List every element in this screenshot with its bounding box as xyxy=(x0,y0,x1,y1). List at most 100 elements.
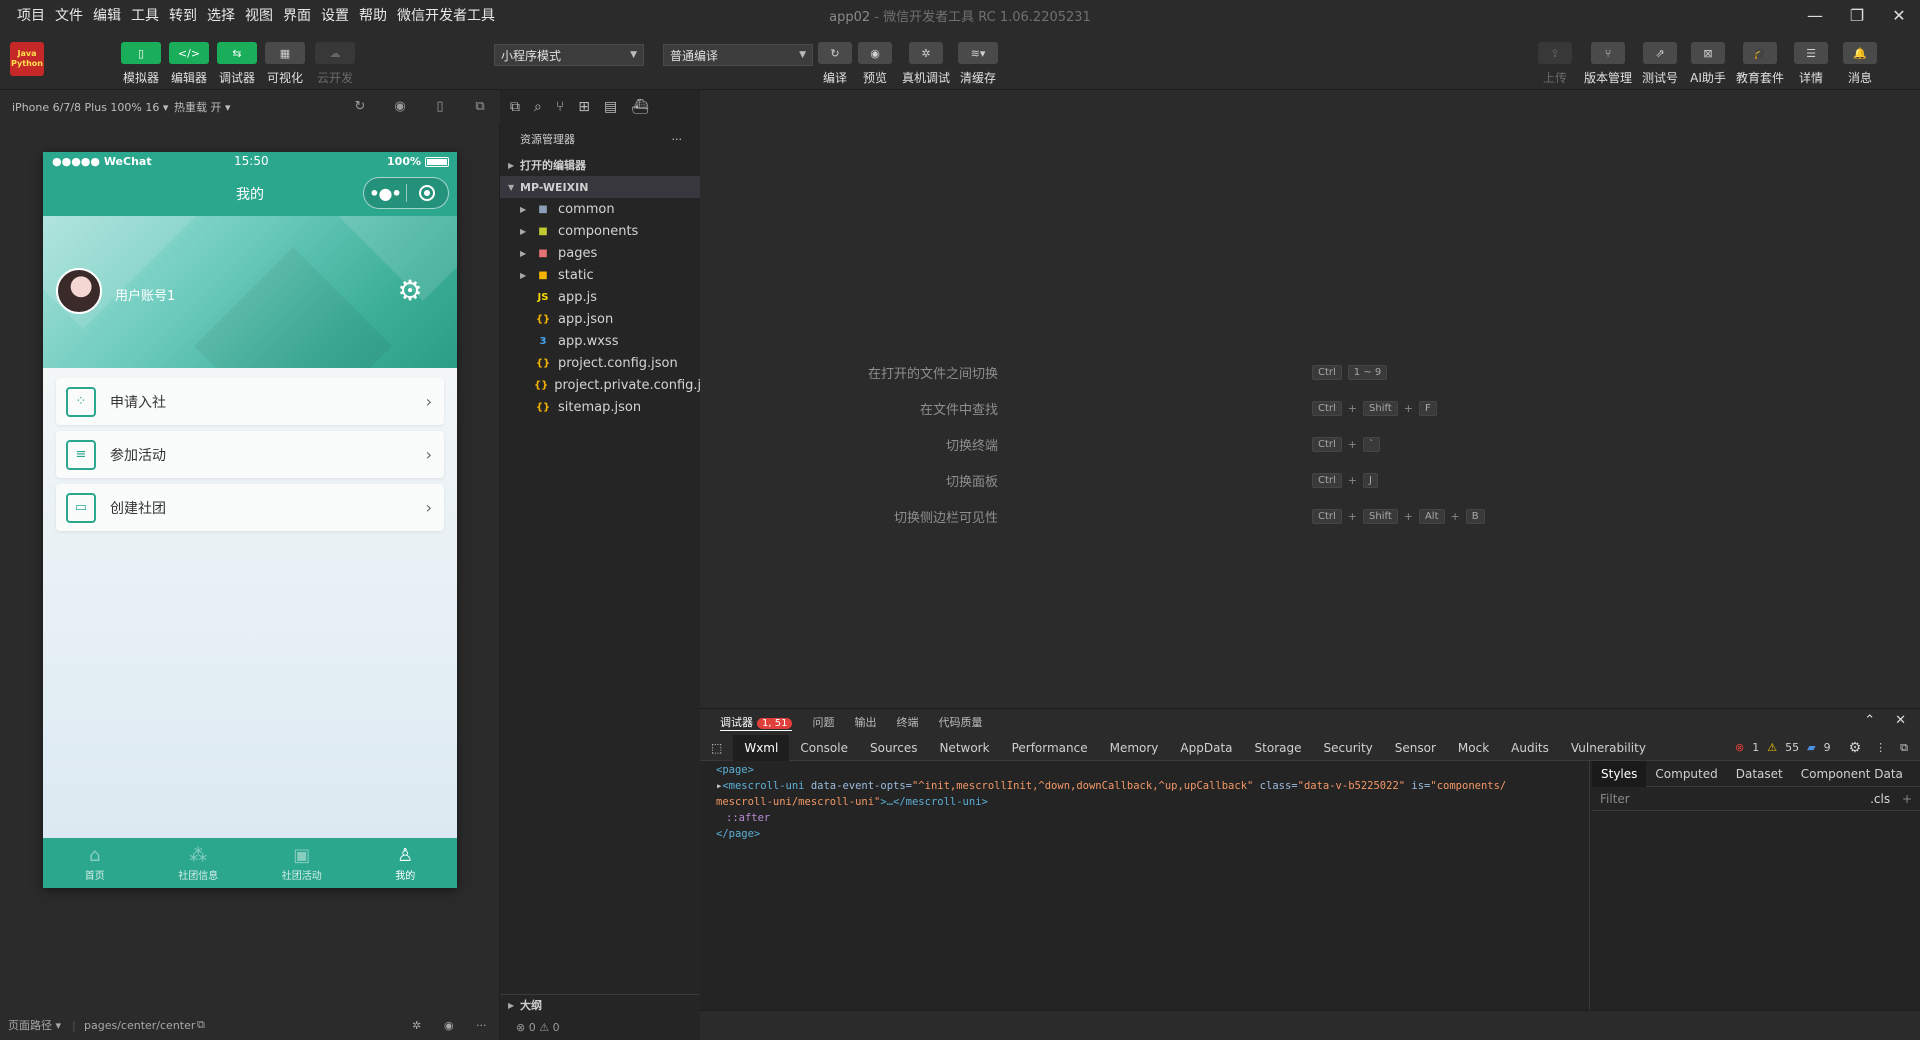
tab-storage[interactable]: Storage xyxy=(1244,735,1313,761)
menu-item[interactable]: 工具 xyxy=(126,5,164,25)
preview-button[interactable]: ◉ 预览 xyxy=(850,42,900,86)
debugger-button[interactable]: ⇆ 调试器 xyxy=(212,42,262,86)
avatar[interactable] xyxy=(56,268,102,314)
simulator-button[interactable]: ▯ 模拟器 xyxy=(116,42,166,86)
mode-select[interactable]: 小程序模式 ▼ xyxy=(494,44,644,66)
inspect-icon[interactable]: ⬚ xyxy=(700,735,733,761)
outline-section[interactable]: ▶ 大纲 xyxy=(500,994,700,1014)
menu-item[interactable]: 选择 xyxy=(202,5,240,25)
rotate-icon[interactable]: ↻ xyxy=(352,99,368,115)
tab-problems[interactable]: 问题 xyxy=(812,714,834,730)
problems-status[interactable]: ⊗ 0 ⚠ 0 xyxy=(500,1014,700,1040)
more-icon[interactable]: ··· xyxy=(476,1019,487,1032)
compile-select[interactable]: 普通编译 ▼ xyxy=(663,44,813,66)
remote-debug-button[interactable]: ✲ 真机调试 xyxy=(901,42,951,86)
file-app-json[interactable]: {} app.json xyxy=(500,308,700,330)
more-vertical-icon[interactable]: ⋮ xyxy=(1875,741,1886,754)
test-account-button[interactable]: ⇗ 测试号 xyxy=(1635,42,1685,86)
file-project-config[interactable]: {} project.config.json xyxy=(500,352,700,374)
education-button[interactable]: 🎓 教育套件 xyxy=(1735,42,1785,86)
tab-mock[interactable]: Mock xyxy=(1447,735,1500,761)
details-button[interactable]: ☰ 详情 xyxy=(1786,42,1836,86)
restore-icon[interactable]: ❐ xyxy=(1836,0,1878,30)
menu-item[interactable]: 界面 xyxy=(278,5,316,25)
tab-computed[interactable]: Computed xyxy=(1646,761,1726,787)
menu-item-join[interactable]: ⁘ 申请入社 › xyxy=(56,378,444,425)
tab-club-activity[interactable]: ▣ 社团活动 xyxy=(250,838,354,888)
tab-memory[interactable]: Memory xyxy=(1099,735,1170,761)
messages-button[interactable]: 🔔 消息 xyxy=(1835,42,1885,86)
cls-toggle[interactable]: .cls xyxy=(1870,792,1890,806)
tab-wxml[interactable]: Wxml xyxy=(733,734,790,761)
eye-icon[interactable]: ◉ xyxy=(444,1019,454,1032)
ai-button[interactable]: ⊠ AI助手 xyxy=(1683,42,1733,86)
tab-sensor[interactable]: Sensor xyxy=(1384,735,1447,761)
bug-icon[interactable]: ✲ xyxy=(412,1019,421,1032)
source-control-icon[interactable]: ⑂ xyxy=(556,99,564,115)
tab-component-data[interactable]: Component Data xyxy=(1792,761,1912,787)
tab-club-info[interactable]: ⁂ 社团信息 xyxy=(147,838,251,888)
visual-button[interactable]: ▦ 可视化 xyxy=(260,42,310,86)
menu-item[interactable]: 设置 xyxy=(316,5,354,25)
tab-mine[interactable]: ♙ 我的 xyxy=(354,838,458,888)
plus-icon[interactable]: + xyxy=(1902,792,1912,806)
page-path-select[interactable]: 页面路径 ▾ xyxy=(8,1017,61,1033)
tab-vulnerability[interactable]: Vulnerability xyxy=(1560,735,1657,761)
folder-common[interactable]: ▶ ■ common xyxy=(500,198,700,220)
code-node[interactable]: ▸<mescroll-uni data-event-opts="^init,me… xyxy=(716,778,1573,794)
menu-item-activity[interactable]: ≡ 参加活动 › xyxy=(56,431,444,478)
settings-gear-icon[interactable]: ⚙ xyxy=(1849,740,1862,756)
tab-audits[interactable]: Audits xyxy=(1500,735,1560,761)
menu-item[interactable]: 帮助 xyxy=(354,5,392,25)
file-app-wxss[interactable]: 3 app.wxss xyxy=(500,330,700,352)
more-icon[interactable]: ··· xyxy=(672,133,683,146)
chevron-right-double-icon[interactable]: » xyxy=(1912,761,1920,787)
close-icon[interactable]: ✕ xyxy=(1895,713,1906,728)
popout-icon[interactable]: ⧉ xyxy=(472,99,488,115)
settings-gear-icon[interactable]: ⚙ xyxy=(395,276,425,306)
chevron-up-icon[interactable]: ⌃ xyxy=(1864,713,1875,728)
tab-performance[interactable]: Performance xyxy=(1001,735,1099,761)
file-app-js[interactable]: JS app.js xyxy=(500,286,700,308)
storage-icon[interactable]: ▤ xyxy=(604,99,617,115)
folder-pages[interactable]: ▶ ■ pages xyxy=(500,242,700,264)
phone-outline-icon[interactable]: ▯ xyxy=(432,99,448,115)
open-editors-section[interactable]: ▶ 打开的编辑器 xyxy=(500,154,700,176)
dock-icon[interactable]: ⧉ xyxy=(1900,741,1908,755)
close-icon[interactable]: ✕ xyxy=(1878,0,1920,30)
docker-icon[interactable]: ⛴ xyxy=(631,99,649,115)
menu-item[interactable]: 视图 xyxy=(240,5,278,25)
close-miniprogram-button[interactable] xyxy=(407,185,448,201)
file-project-private-config[interactable]: {} project.private.config.js... xyxy=(500,374,700,396)
menu-item[interactable]: 转到 xyxy=(164,5,202,25)
menu-item[interactable]: 编辑 xyxy=(88,5,126,25)
tab-console[interactable]: Console xyxy=(789,735,859,761)
record-icon[interactable]: ◉ xyxy=(392,99,408,115)
tab-home[interactable]: ⌂ 首页 xyxy=(43,838,147,888)
more-icon[interactable]: •●• xyxy=(364,184,406,203)
project-section[interactable]: ▼ MP-WEIXIN xyxy=(500,176,700,198)
device-select[interactable]: iPhone 6/7/8 Plus 100% 16 ▾ xyxy=(12,101,168,114)
cloud-button[interactable]: ☁ 云开发 xyxy=(310,42,360,86)
extensions-icon[interactable]: ⊞ xyxy=(578,99,590,115)
clear-cache-button[interactable]: ≋▾ 清缓存 xyxy=(953,42,1003,86)
search-icon[interactable]: ⌕ xyxy=(534,99,542,115)
hot-reload-select[interactable]: 热重载 开 ▾ xyxy=(174,99,231,115)
upload-button[interactable]: ⇪ 上传 xyxy=(1530,42,1580,86)
tab-code-quality[interactable]: 代码质量 xyxy=(938,714,982,730)
tab-debugger[interactable]: 调试器 1, 51 xyxy=(720,714,793,731)
editor-button[interactable]: </> 编辑器 xyxy=(164,42,214,86)
tab-dataset[interactable]: Dataset xyxy=(1727,761,1792,787)
minimize-icon[interactable]: — xyxy=(1794,0,1836,30)
menu-item[interactable]: 项目 xyxy=(12,5,50,25)
folder-static[interactable]: ▶ ■ static xyxy=(500,264,700,286)
tab-appdata[interactable]: AppData xyxy=(1169,735,1243,761)
menu-item[interactable]: 微信开发者工具 xyxy=(392,5,500,25)
filter-input[interactable]: Filter xyxy=(1600,792,1630,806)
tab-styles[interactable]: Styles xyxy=(1592,760,1647,787)
folder-components[interactable]: ▶ ■ components xyxy=(500,220,700,242)
tab-security[interactable]: Security xyxy=(1312,735,1383,761)
tab-network[interactable]: Network xyxy=(928,735,1000,761)
tab-terminal[interactable]: 终端 xyxy=(896,714,918,730)
tab-sources[interactable]: Sources xyxy=(859,735,928,761)
